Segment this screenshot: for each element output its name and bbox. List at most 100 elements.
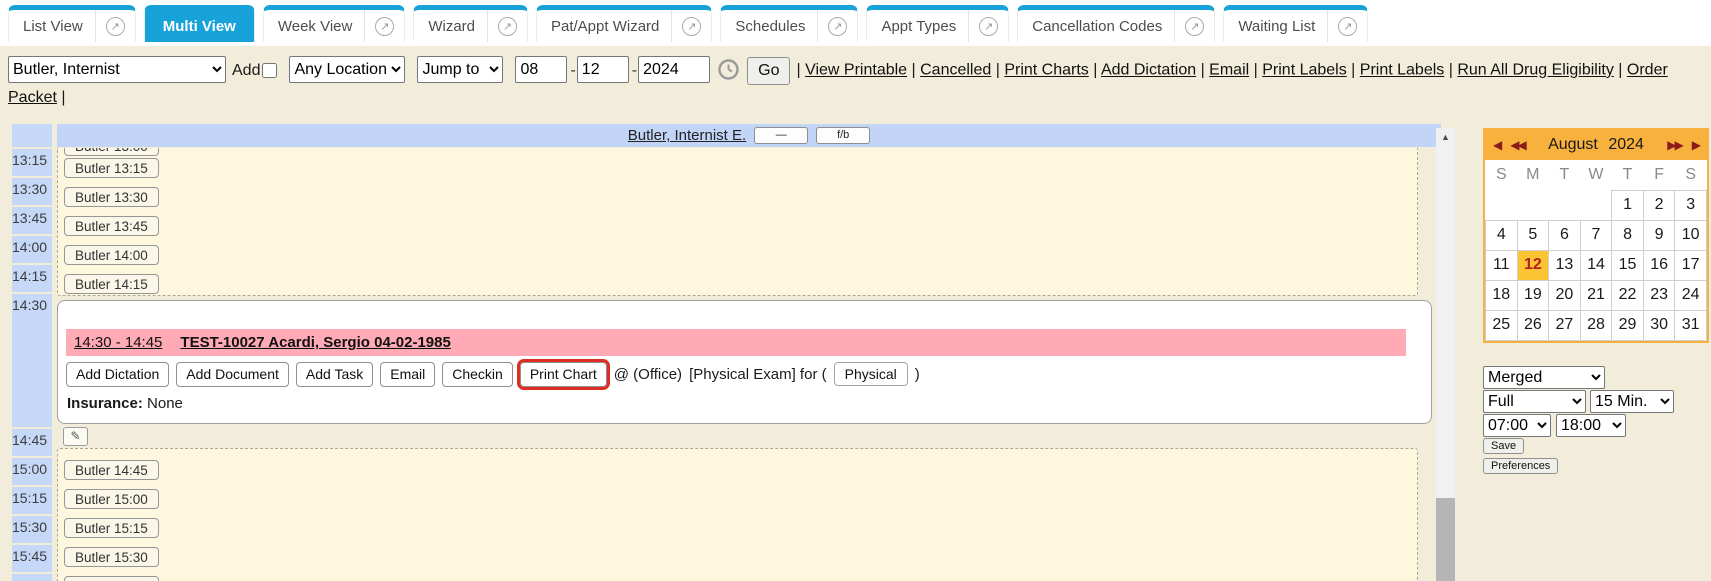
date-day-input[interactable] — [577, 56, 629, 83]
tab-cancellation-codes[interactable]: Cancellation Codes↗ — [1017, 5, 1215, 42]
calendar-day-cell[interactable]: 5 — [1517, 220, 1549, 250]
tab-wizard[interactable]: Wizard↗ — [413, 5, 528, 42]
tab-week-view[interactable]: Week View↗ — [263, 5, 405, 42]
popout-icon[interactable]: ↗ — [364, 10, 404, 42]
minimize-column-button[interactable]: — — [754, 127, 808, 144]
toolbar-link-email[interactable]: Email — [1209, 62, 1249, 79]
action-button-checkin[interactable]: Checkin — [442, 362, 513, 387]
slot-button-butler-14-15[interactable]: Butler 14:15 — [64, 274, 159, 294]
popout-icon[interactable]: ↗ — [1327, 10, 1367, 42]
calendar-day-cell[interactable]: 30 — [1643, 310, 1675, 340]
toolbar-link-run-all-drug-eligibility[interactable]: Run All Drug Eligibility — [1457, 62, 1614, 79]
action-button-print-chart[interactable]: Print Chart — [520, 362, 607, 387]
popout-icon[interactable]: ↗ — [671, 10, 711, 42]
date-year-input[interactable] — [638, 56, 710, 83]
calendar-day-cell[interactable]: 10 — [1675, 220, 1707, 250]
calendar-day-cell[interactable]: 23 — [1643, 280, 1675, 310]
calendar-day-cell[interactable]: 4 — [1486, 220, 1518, 250]
tab-list-view[interactable]: List View↗ — [8, 5, 136, 42]
date-month-input[interactable] — [515, 56, 567, 83]
patient-link[interactable]: TEST-10027 Acardi, Sergio 04-02-1985 — [180, 334, 450, 351]
location-select[interactable]: Any Location — [289, 56, 405, 83]
slot-button-butler-13-15[interactable]: Butler 13:15 — [64, 158, 159, 178]
calendar-day-cell[interactable]: 12 — [1517, 250, 1549, 280]
schedule-scrollbar[interactable]: ▲ — [1436, 128, 1455, 581]
calendar-day-cell[interactable]: 18 — [1486, 280, 1518, 310]
calendar-day-cell[interactable]: 25 — [1486, 310, 1518, 340]
slot-button-butler-15-00[interactable]: Butler 15:00 — [64, 489, 159, 509]
appointment-time-link[interactable]: 14:30 - 14:45 — [74, 334, 162, 351]
slot-button-butler-15-45[interactable]: Butler 15:45 — [64, 576, 159, 581]
slot-button-butler-15-15[interactable]: Butler 15:15 — [64, 518, 159, 538]
calendar-day-cell[interactable]: 20 — [1549, 280, 1581, 310]
popout-icon[interactable]: ↗ — [95, 10, 135, 42]
provider-select[interactable]: Butler, Internist — [8, 56, 226, 83]
jump-to-select[interactable]: Jump to — [417, 56, 503, 83]
view-mode-select[interactable]: Merged — [1483, 366, 1605, 389]
calendar-fast-prev-icon[interactable]: ◀◀ — [1510, 138, 1524, 152]
slot-button-butler-14-00[interactable]: Butler 14:00 — [64, 245, 159, 265]
calendar-day-cell[interactable]: 1 — [1612, 190, 1644, 220]
tab-waiting-list[interactable]: Waiting List↗ — [1223, 5, 1368, 42]
calendar-prev-icon[interactable]: ◀ — [1493, 138, 1500, 152]
interval-select[interactable]: 15 Min. — [1590, 390, 1674, 413]
calendar-day-cell[interactable]: 3 — [1675, 190, 1707, 220]
popout-icon[interactable]: ↗ — [968, 10, 1008, 42]
clock-icon[interactable] — [718, 59, 739, 80]
calendar-day-cell[interactable]: 7 — [1580, 220, 1612, 250]
calendar-day-cell[interactable]: 13 — [1549, 250, 1581, 280]
toolbar-link-view-printable[interactable]: View Printable — [805, 62, 907, 79]
calendar-day-cell[interactable]: 24 — [1675, 280, 1707, 310]
scroll-up-icon[interactable]: ▲ — [1436, 128, 1455, 145]
toolbar-link-print-labels[interactable]: Print Labels — [1262, 62, 1347, 79]
toolbar-link-print-charts[interactable]: Print Charts — [1004, 62, 1088, 79]
end-time-select[interactable]: 18:00 — [1556, 414, 1626, 437]
size-select[interactable]: Full — [1483, 390, 1586, 413]
popout-icon[interactable]: ↗ — [487, 10, 527, 42]
tab-pat-appt-wizard[interactable]: Pat/Appt Wizard↗ — [536, 5, 712, 42]
appointment-type-button[interactable]: Physical — [834, 362, 908, 386]
edit-appointment-button[interactable]: ✎ — [63, 427, 88, 446]
calendar-day-cell[interactable]: 27 — [1549, 310, 1581, 340]
calendar-day-cell[interactable]: 21 — [1580, 280, 1612, 310]
calendar-day-cell[interactable]: 11 — [1486, 250, 1518, 280]
save-button[interactable]: Save — [1483, 438, 1524, 454]
provider-header-link[interactable]: Butler, Internist E. — [628, 127, 746, 144]
tab-schedules[interactable]: Schedules↗ — [720, 5, 858, 42]
tab-multi-view[interactable]: Multi View — [144, 5, 255, 42]
preferences-button[interactable]: Preferences — [1483, 458, 1558, 474]
toolbar-link-add-dictation[interactable]: Add Dictation — [1101, 62, 1196, 79]
calendar-day-cell[interactable]: 31 — [1675, 310, 1707, 340]
calendar-day-cell[interactable]: 19 — [1517, 280, 1549, 310]
toolbar-link-print-labels[interactable]: Print Labels — [1360, 62, 1445, 79]
action-button-add-document[interactable]: Add Document — [176, 362, 289, 387]
calendar-fast-next-icon[interactable]: ▶▶ — [1667, 138, 1681, 152]
calendar-day-cell[interactable]: 2 — [1643, 190, 1675, 220]
calendar-next-icon[interactable]: ▶ — [1692, 138, 1699, 152]
slot-button-butler-13-30[interactable]: Butler 13:30 — [64, 187, 159, 207]
slot-button-butler-15-30[interactable]: Butler 15:30 — [64, 547, 159, 567]
slot-button-butler-13-45[interactable]: Butler 13:45 — [64, 216, 159, 236]
calendar-day-cell[interactable]: 8 — [1612, 220, 1644, 250]
add-checkbox[interactable] — [262, 63, 277, 78]
go-button[interactable]: Go — [747, 57, 790, 85]
action-button-add-task[interactable]: Add Task — [296, 362, 373, 387]
calendar-day-cell[interactable]: 17 — [1675, 250, 1707, 280]
popout-icon[interactable]: ↗ — [1174, 10, 1214, 42]
toolbar-link-cancelled[interactable]: Cancelled — [920, 62, 991, 79]
popout-icon[interactable]: ↗ — [817, 10, 857, 42]
action-button-email[interactable]: Email — [380, 362, 435, 387]
tab-appt-types[interactable]: Appt Types↗ — [866, 5, 1009, 42]
calendar-day-cell[interactable]: 14 — [1580, 250, 1612, 280]
slot-button-butler-13-00[interactable]: Butler 13:00 — [64, 148, 159, 156]
calendar-day-cell[interactable]: 16 — [1643, 250, 1675, 280]
fb-button[interactable]: f/b — [816, 127, 870, 144]
action-button-add-dictation[interactable]: Add Dictation — [66, 362, 169, 387]
scrollbar-thumb[interactable] — [1436, 498, 1455, 581]
calendar-day-cell[interactable]: 28 — [1580, 310, 1612, 340]
calendar-day-cell[interactable]: 15 — [1612, 250, 1644, 280]
start-time-select[interactable]: 07:00 — [1483, 414, 1551, 437]
calendar-day-cell[interactable]: 22 — [1612, 280, 1644, 310]
calendar-day-cell[interactable]: 26 — [1517, 310, 1549, 340]
calendar-day-cell[interactable]: 6 — [1549, 220, 1581, 250]
